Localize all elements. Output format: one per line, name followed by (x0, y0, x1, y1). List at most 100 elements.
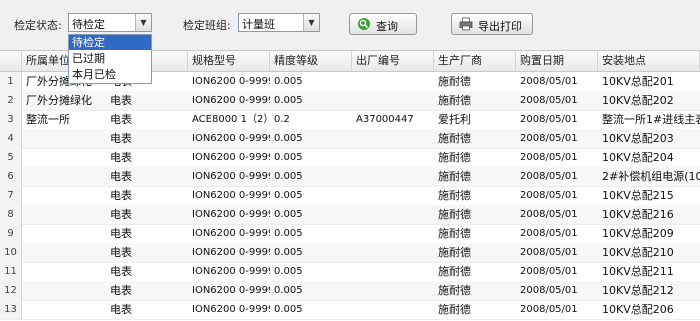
table-row[interactable]: 11 电表 ION6200 0-99999... 0.005 施耐德 2008/05/01… (0, 262, 700, 282)
cell-serial (352, 224, 434, 243)
cell-unit (22, 300, 106, 319)
export-print-button-label: 导出打印 (478, 20, 522, 33)
cell-grade: 0.005 (274, 152, 303, 163)
table-row[interactable]: 7 电表 ION6200 0-99999... 0.005 施耐德 2008/05/01 1… (0, 186, 700, 206)
cell-grade: 0.005 (274, 171, 303, 182)
cell-unit (22, 186, 106, 205)
cell-unit (22, 262, 106, 281)
cell-grade: 0.2 (274, 114, 290, 125)
column-header-date[interactable]: 购置日期 (516, 51, 598, 71)
cell-date: 2008/05/01 (520, 209, 578, 220)
cell-model: ION6200 0-99999... (192, 133, 270, 144)
column-header-serial[interactable]: 出厂编号 (352, 51, 434, 71)
cell-model: ION6200 0-99999... (192, 304, 270, 315)
cell-serial (352, 262, 434, 281)
column-header-model[interactable]: 规格型号 (188, 51, 270, 71)
cell-model: ION6200 0-99999... (192, 266, 270, 277)
row-number: 7 (0, 186, 22, 205)
cell-name: 电表 (110, 303, 132, 316)
cell-loc: 10KV总配201 (602, 75, 674, 88)
table-row[interactable]: 6 电表 ION6200 0-99999... 0.005 施耐德 2008/05/01 2… (0, 167, 700, 187)
cell-unit (22, 224, 106, 243)
table-row[interactable]: 4 电表 ION6200 0-99999... 0.005 施耐德 2008/05/01 1… (0, 129, 700, 149)
cell-model: ION6200 0-99999... (192, 171, 270, 182)
cell-loc: 2#补偿机组电源(10KV总 (602, 170, 700, 183)
cell-maker: 施耐德 (438, 265, 471, 278)
table-row[interactable]: 5 电表 ION6200 0-99999... 0.005 施耐德 2008/05/01 1… (0, 148, 700, 168)
cell-model: ION6200 0-99999... (192, 152, 270, 163)
cell-date: 2008/05/01 (520, 285, 578, 296)
column-header-maker[interactable]: 生产厂商 (434, 51, 516, 71)
cell-serial (352, 148, 434, 167)
cell-unit (22, 129, 106, 148)
cell-grade: 0.005 (274, 266, 303, 277)
cell-name: 电表 (110, 208, 132, 221)
cell-name: 电表 (110, 113, 132, 126)
cell-serial (352, 281, 434, 300)
cell-model: ION6200 0-99999... (192, 228, 270, 239)
cell-unit: 整流一所 (26, 113, 70, 126)
cell-date: 2008/05/01 (520, 152, 578, 163)
table-row[interactable]: 3 整流一所 电表 ACE8000 1（2）... 0.2 A37000447 爱托利 200… (0, 110, 700, 130)
cell-maker: 施耐德 (438, 75, 471, 88)
table-row[interactable]: 9 电表 ION6200 0-99999... 0.005 施耐德 2008/05/01 1… (0, 224, 700, 244)
chevron-down-icon[interactable]: ▼ (303, 14, 319, 31)
cell-name: 电表 (110, 94, 132, 107)
query-button-label: 查询 (376, 20, 398, 33)
table-row[interactable]: 12 电表 ION6200 0-99999... 0.005 施耐德 2008/05/01… (0, 281, 700, 301)
status-select[interactable]: 待检定 ▼ (68, 13, 152, 32)
cell-model: ION6200 0-99999... (192, 209, 270, 220)
cell-grade: 0.005 (274, 285, 303, 296)
cell-serial (352, 300, 434, 319)
table-row[interactable]: 10 电表 ION6200 0-99999... 0.005 施耐德 2008/05/01… (0, 243, 700, 263)
cell-maker: 施耐德 (438, 227, 471, 240)
query-button[interactable]: 查询 (349, 13, 417, 35)
export-print-button[interactable]: 导出打印 (451, 13, 533, 35)
status-option[interactable]: 已过期 (69, 51, 151, 66)
cell-loc: 10KV总配215 (602, 189, 674, 202)
cell-serial (352, 167, 434, 186)
cell-maker: 施耐德 (438, 208, 471, 221)
column-header-grade[interactable]: 精度等级 (270, 51, 352, 71)
cell-name: 电表 (110, 265, 132, 278)
data-grid: 所属单位 名称 规格型号 精度等级 出厂编号 生产厂商 购置日期 安装地点 1厂… (0, 50, 700, 321)
table-row[interactable]: 13 电表 ION6200 0-99999... 0.005 施耐德 2008/05/01… (0, 300, 700, 320)
chevron-down-icon[interactable]: ▼ (135, 14, 151, 31)
cell-loc: 10KV总配202 (602, 94, 674, 107)
search-icon (358, 18, 370, 30)
cell-maker: 施耐德 (438, 170, 471, 183)
row-number-header (0, 51, 22, 71)
cell-grade: 0.005 (274, 304, 303, 315)
cell-unit (22, 148, 106, 167)
cell-grade: 0.005 (274, 228, 303, 239)
cell-serial (352, 129, 434, 148)
row-number: 6 (0, 167, 22, 186)
row-number: 4 (0, 129, 22, 148)
cell-name: 电表 (110, 189, 132, 202)
column-header-location[interactable]: 安装地点 (598, 51, 700, 71)
cell-name: 电表 (110, 151, 132, 164)
cell-name: 电表 (110, 284, 132, 297)
cell-loc: 10KV总配206 (602, 303, 674, 316)
status-option[interactable]: 待检定 (69, 35, 151, 50)
row-number: 2 (0, 91, 22, 110)
cell-grade: 0.005 (274, 133, 303, 144)
table-row[interactable]: 8 电表 ION6200 0-99999... 0.005 施耐德 2008/05/01 1… (0, 205, 700, 225)
cell-unit: 厂外分摊绿化 (26, 94, 92, 107)
cell-model: ION6200 0-99999... (192, 95, 270, 106)
cell-grade: 0.005 (274, 95, 303, 106)
row-number: 8 (0, 205, 22, 224)
cell-date: 2008/05/01 (520, 171, 578, 182)
status-select-value: 待检定 (72, 18, 105, 31)
row-number: 11 (0, 262, 22, 281)
table-row[interactable]: 2 厂外分摊绿化 电表 ION6200 0-99999... 0.005 施耐德 2008/… (0, 91, 700, 111)
cell-loc: 10KV总配204 (602, 151, 674, 164)
group-select[interactable]: 计量班 ▼ (238, 13, 320, 32)
cell-date: 2008/05/01 (520, 76, 578, 87)
cell-loc: 10KV总配209 (602, 227, 674, 240)
group-label: 检定班组: (183, 19, 231, 32)
cell-unit (22, 243, 106, 262)
cell-maker: 施耐德 (438, 189, 471, 202)
row-number: 12 (0, 281, 22, 300)
status-option[interactable]: 本月已检 (69, 67, 151, 82)
